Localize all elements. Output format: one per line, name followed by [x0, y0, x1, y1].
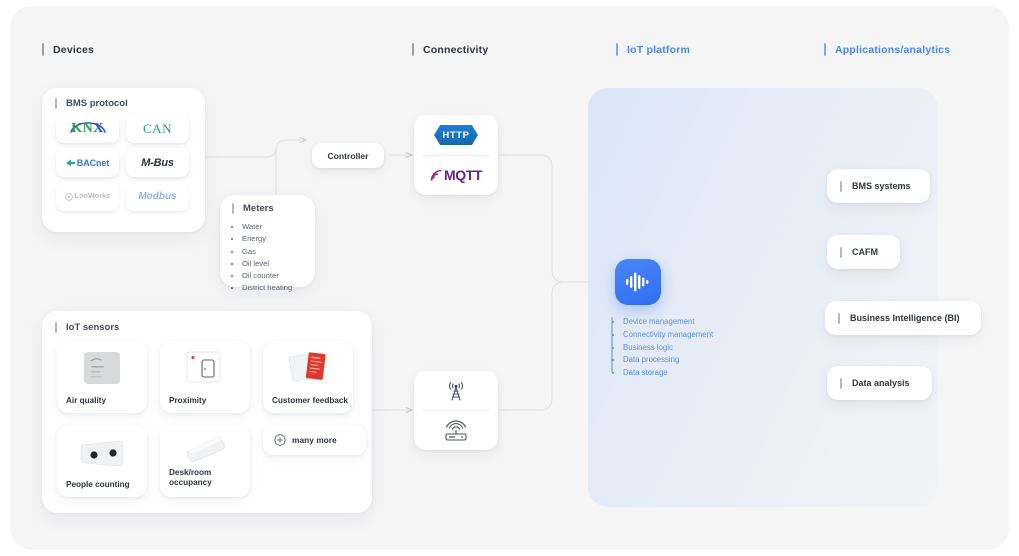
- many-more-label: many more: [292, 435, 337, 445]
- list-item: Connectivity management: [623, 329, 713, 342]
- column-header-label: IoT platform: [627, 43, 691, 56]
- column-header-label: Connectivity: [423, 43, 489, 56]
- controller-node[interactable]: Controller: [312, 143, 384, 168]
- panel-tick: [55, 322, 57, 333]
- plus-circle-icon: [274, 434, 286, 446]
- protocol-card: HTTP MQTT: [414, 115, 498, 195]
- app-card-business-intelligence[interactable]: Business Intelligence (BI): [825, 301, 981, 335]
- list-item: Oil level: [242, 258, 292, 270]
- meters-list: Water Energy Gas Oil level Oil counter D…: [232, 221, 292, 295]
- panel-tick: [232, 203, 234, 214]
- list-item: Gas: [242, 246, 292, 258]
- app-card-cafm[interactable]: CAFM: [827, 235, 900, 269]
- http-label: HTTP: [442, 129, 470, 141]
- can-label: CAN: [143, 120, 172, 136]
- iot-sensors-title: IoT sensors: [55, 322, 119, 333]
- mqtt-label: MQTT: [443, 167, 483, 183]
- list-item: Energy: [242, 233, 292, 245]
- header-tick: [412, 43, 414, 56]
- bacnet-logo: BACnet: [65, 157, 110, 168]
- app-card-bms-systems[interactable]: BMS systems: [827, 169, 930, 203]
- modbus-label: Modbus: [138, 191, 177, 202]
- wireless-router-icon: [445, 420, 467, 441]
- protocol-chip-mbus[interactable]: M-Bus: [126, 148, 189, 177]
- sensor-card-air-quality[interactable]: Air quality: [57, 341, 147, 413]
- column-header-connectivity: Connectivity: [412, 43, 488, 56]
- gateway-card: [414, 371, 498, 450]
- column-header-devices: Devices: [42, 43, 94, 56]
- knx-logo: KNX: [62, 119, 114, 139]
- bacnet-label: BACnet: [76, 157, 110, 168]
- list-item: Device management: [623, 316, 713, 329]
- iot-sensors-title-label: IoT sensors: [66, 322, 120, 333]
- bms-protocol-title: BMS protocol: [55, 98, 128, 109]
- sensor-card-people-counting[interactable]: People counting: [57, 425, 147, 497]
- header-tick: [824, 43, 826, 56]
- mqtt-waves-icon: [430, 169, 442, 181]
- iot-platform-node[interactable]: [615, 259, 661, 305]
- card-tick: [840, 377, 842, 389]
- mqtt-row[interactable]: MQTT: [414, 155, 498, 195]
- sensor-card-desk-occupancy[interactable]: Desk/room occupancy: [160, 425, 250, 497]
- bacnet-mark-icon: [65, 159, 75, 166]
- lonworks-mark-icon: [64, 192, 73, 201]
- list-item: Business logic: [623, 342, 713, 355]
- card-tick: [840, 180, 842, 192]
- list-item: Data storage: [623, 367, 713, 380]
- sensor-label: Proximity: [169, 395, 207, 405]
- air-quality-sensor-icon: [84, 352, 120, 384]
- app-card-label: Business Intelligence (BI): [850, 313, 960, 323]
- card-tick: [838, 312, 840, 324]
- occupancy-sensor-icon: [186, 437, 226, 462]
- sensor-label: Desk/room occupancy: [169, 467, 212, 487]
- meters-title-label: Meters: [243, 203, 274, 214]
- lonworks-label: LonWorks: [74, 193, 111, 200]
- app-card-label: CAFM: [852, 247, 878, 257]
- protocol-chip-lonworks[interactable]: LonWorks: [56, 182, 119, 211]
- protocol-chip-can[interactable]: CAN: [126, 114, 189, 143]
- lonworks-logo: LonWorks: [64, 192, 111, 201]
- tower-row[interactable]: [414, 371, 498, 410]
- knx-text: KNX: [71, 120, 104, 136]
- feedback-cards-icon: [288, 352, 326, 382]
- http-badge-icon: HTTP: [434, 125, 478, 145]
- app-card-label: BMS systems: [852, 181, 911, 191]
- list-item: Data processing: [623, 354, 713, 367]
- sensor-label: People counting: [66, 479, 130, 489]
- column-header-iot-platform: IoT platform: [616, 43, 690, 56]
- header-tick: [42, 43, 44, 56]
- http-row[interactable]: HTTP: [414, 115, 498, 155]
- header-tick: [616, 43, 618, 56]
- bms-protocol-title-label: BMS protocol: [66, 98, 128, 109]
- meters-title: Meters: [232, 203, 274, 214]
- list-item: Water: [242, 221, 292, 233]
- sensor-label: Air quality: [66, 395, 107, 405]
- controller-label: Controller: [327, 150, 369, 161]
- app-card-data-analysis[interactable]: Data analysis: [827, 366, 932, 400]
- card-tick: [840, 246, 842, 258]
- mqtt-logo: MQTT: [430, 167, 482, 183]
- cell-tower-icon: [448, 381, 464, 401]
- protocol-chip-knx[interactable]: KNX: [56, 114, 119, 143]
- list-item: Oil counter: [242, 270, 292, 282]
- column-header-applications: Applications/analytics: [824, 43, 950, 56]
- sensor-label: Customer feedback: [272, 395, 348, 405]
- sensor-card-proximity[interactable]: Proximity: [160, 341, 250, 413]
- waveform-icon: [626, 272, 649, 292]
- people-counter-sensor-icon: [80, 440, 124, 467]
- list-item: District heating: [242, 282, 292, 294]
- mbus-label: M-Bus: [141, 156, 174, 169]
- column-header-label: Devices: [53, 43, 95, 56]
- column-header-label: Applications/analytics: [835, 43, 951, 56]
- sensor-card-customer-feedback[interactable]: Customer feedback: [263, 341, 353, 413]
- protocol-chip-modbus[interactable]: Modbus: [126, 182, 189, 211]
- panel-tick: [55, 98, 57, 109]
- platform-capabilities-list: Device management Connectivity managemen…: [612, 316, 713, 380]
- protocol-chip-bacnet[interactable]: BACnet: [56, 148, 119, 177]
- many-more-button[interactable]: many more: [263, 425, 366, 455]
- proximity-sensor-icon: [186, 351, 221, 383]
- app-card-label: Data analysis: [852, 378, 910, 388]
- architecture-diagram: Devices Connectivity IoT platform Applic…: [0, 0, 1019, 556]
- router-row[interactable]: [414, 410, 498, 450]
